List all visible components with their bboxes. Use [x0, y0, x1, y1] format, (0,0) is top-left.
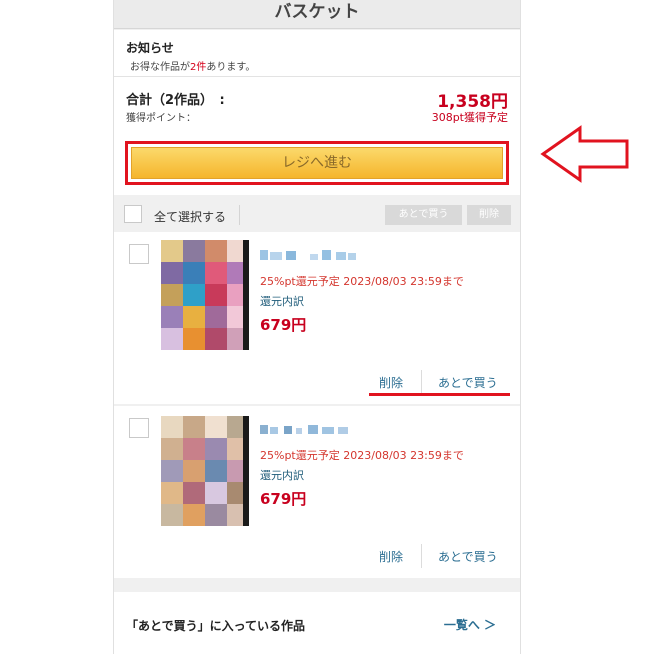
campaign-text: 25%pt還元予定 2023/08/03 23:59まで — [260, 275, 464, 288]
saved-for-later-row[interactable]: 「あとで買う」に入っている作品 一覧へ ＞ — [114, 592, 520, 654]
checkout-highlight: レジへ進む — [125, 141, 509, 185]
page-title: バスケット — [274, 2, 360, 22]
page-header: バスケット — [114, 0, 520, 29]
notice-box: お知らせ お得な作品が2件あります。 — [114, 30, 520, 77]
view-list-link[interactable]: 一覧へ ＞ — [444, 616, 496, 633]
select-all-checkbox[interactable] — [124, 205, 142, 223]
item-checkbox[interactable] — [129, 244, 149, 264]
basket-item: 25%pt還元予定 2023/08/03 23:59まで 還元内訳 679円 削… — [114, 406, 520, 578]
toolbar-divider — [239, 205, 240, 225]
action-divider — [421, 370, 422, 394]
campaign-text: 25%pt還元予定 2023/08/03 23:59まで — [260, 449, 464, 462]
breakdown-link[interactable]: 還元内訳 — [260, 467, 304, 483]
points-label: 獲得ポイント： — [126, 113, 196, 124]
notice-title: お知らせ — [126, 41, 174, 55]
action-divider — [421, 544, 422, 568]
breakdown-link[interactable]: 還元内訳 — [260, 293, 304, 309]
notice-count[interactable]: 2件 — [190, 62, 206, 73]
product-thumbnail[interactable] — [161, 416, 249, 526]
item-price: 679円 — [260, 490, 307, 508]
bulk-delete-button[interactable]: 削除 — [467, 205, 511, 225]
arrow-left-icon — [540, 125, 629, 183]
order-summary: 合計（2作品） : 1,358円 獲得ポイント： 308pt獲得予定 レジへ進む — [114, 77, 520, 195]
item-checkbox[interactable] — [129, 418, 149, 438]
checkout-button[interactable]: レジへ進む — [131, 147, 503, 179]
select-all-label[interactable]: 全て選択する — [154, 208, 226, 225]
bulk-toolbar: 全て選択する あとで買う 削除 — [114, 198, 520, 230]
basket-item: 25%pt還元予定 2023/08/03 23:59まで 還元内訳 679円 削… — [114, 232, 520, 404]
notice-text-after: あります。 — [206, 62, 256, 73]
basket-panel: バスケット お知らせ お得な作品が2件あります。 合計（2作品） : 1,358… — [113, 0, 521, 654]
item-price: 679円 — [260, 316, 307, 334]
product-title-blurred[interactable] — [260, 422, 360, 436]
item-later-link[interactable]: あとで買う — [438, 374, 498, 391]
bulk-later-button[interactable]: あとで買う — [385, 205, 462, 225]
product-title-blurred[interactable] — [260, 248, 360, 262]
item-delete-link[interactable]: 削除 — [379, 374, 403, 391]
points-value: 308pt獲得予定 — [431, 111, 508, 124]
item-delete-link[interactable]: 削除 — [379, 548, 403, 565]
saved-for-later-label: 「あとで買う」に入っている作品 — [126, 619, 306, 633]
actions-highlight-underline — [369, 393, 510, 396]
item-later-link[interactable]: あとで買う — [438, 548, 498, 565]
notice-text[interactable]: お得な作品が2件あります。 — [130, 58, 255, 73]
notice-text-before: お得な作品が — [130, 62, 190, 73]
total-label: 合計（2作品） : — [126, 93, 225, 108]
product-thumbnail[interactable] — [161, 240, 249, 350]
